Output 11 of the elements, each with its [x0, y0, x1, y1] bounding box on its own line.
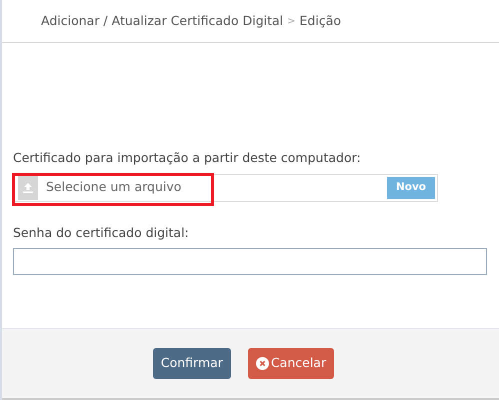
cancel-button[interactable]: Cancelar	[248, 348, 334, 379]
breadcrumb-separator: >	[287, 14, 296, 28]
password-input[interactable]	[13, 248, 487, 274]
breadcrumb-current: Edição	[300, 12, 342, 30]
upload-icon	[18, 176, 38, 200]
close-icon	[256, 357, 269, 370]
field-label: Certificado para importação a partir deste computador:	[13, 149, 362, 167]
field-label: Senha do certificado digital:	[13, 224, 190, 242]
breadcrumb-link[interactable]: Adicionar / Atualizar Certificado Digital	[41, 12, 284, 30]
new-button[interactable]: Novo	[386, 176, 435, 199]
confirm-button[interactable]: Confirmar	[152, 348, 231, 379]
